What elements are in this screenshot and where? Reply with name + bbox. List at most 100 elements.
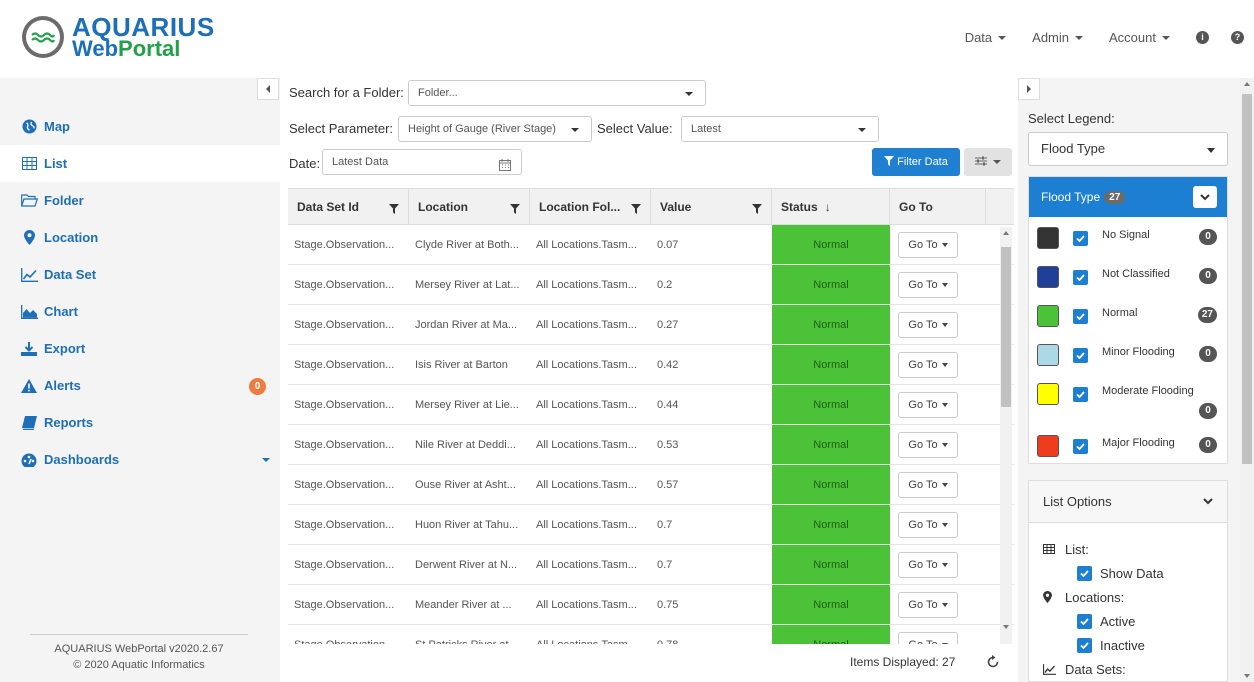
table-row[interactable]: Stage.Observation... Jordan River at Ma..… xyxy=(288,305,1014,345)
table-row[interactable]: Stage.Observation... Ouse River at Asht..… xyxy=(288,465,1014,505)
filter-data-button[interactable]: Filter Data xyxy=(872,148,960,176)
sidebar-item-alerts[interactable]: Alerts 0 xyxy=(0,367,280,404)
go-to-label: Go To xyxy=(908,558,938,571)
filter-icon[interactable] xyxy=(389,203,399,217)
column-header-status[interactable]: Status ↓ xyxy=(772,189,890,225)
cell-location: Clyde River at Both... xyxy=(415,238,519,251)
go-to-button[interactable]: Go To xyxy=(898,391,958,418)
legend-checkbox[interactable] xyxy=(1073,309,1088,324)
list-options-header[interactable]: List Options xyxy=(1029,481,1227,523)
account-menu[interactable]: Account xyxy=(1109,30,1170,45)
go-to-button[interactable]: Go To xyxy=(898,271,958,298)
data-menu[interactable]: Data xyxy=(965,30,1007,45)
legend-item[interactable]: Moderate Flooding 0 xyxy=(1029,373,1227,425)
go-to-label: Go To xyxy=(908,318,938,331)
filter-icon[interactable] xyxy=(752,203,762,217)
scroll-down-icon[interactable] xyxy=(1244,674,1250,678)
active-checkbox-row[interactable]: Active xyxy=(1043,609,1227,633)
go-to-button[interactable]: Go To xyxy=(898,431,958,458)
go-to-button[interactable]: Go To xyxy=(898,311,958,338)
table-row[interactable]: Stage.Observation... Derwent River at N..… xyxy=(288,545,1014,585)
active-checkbox[interactable] xyxy=(1077,613,1092,629)
collapse-right-panel-button[interactable] xyxy=(1018,78,1040,100)
filter-icon[interactable] xyxy=(510,203,520,217)
legend-checkbox[interactable] xyxy=(1073,348,1088,363)
admin-menu[interactable]: Admin xyxy=(1032,30,1084,45)
cell-go-to: Go To xyxy=(890,625,986,644)
table-row[interactable]: Stage.Observation... Nile River at Deddi.… xyxy=(288,425,1014,465)
sidebar-item-list[interactable]: List xyxy=(0,145,280,182)
cell-value: 0.53 xyxy=(657,438,679,451)
app-logo[interactable]: AQUARIUS WebPortal xyxy=(22,14,215,60)
legend-color-swatch[interactable] xyxy=(1037,383,1059,405)
grid-scrollbar[interactable] xyxy=(1000,227,1012,644)
legend-checkbox[interactable] xyxy=(1073,387,1088,402)
table-row[interactable]: Stage.Observation... Mersey River at Lie.… xyxy=(288,385,1014,425)
legend-item[interactable]: No Signal 0 xyxy=(1029,217,1227,256)
cell-location: Derwent River at N... xyxy=(415,558,518,571)
legend-checkbox[interactable] xyxy=(1073,439,1088,454)
legend-color-swatch[interactable] xyxy=(1037,344,1059,366)
show-data-checkbox[interactable] xyxy=(1077,565,1092,581)
help-button[interactable]: ? xyxy=(1231,31,1244,44)
sidebar-item-reports[interactable]: Reports xyxy=(0,404,280,441)
date-input[interactable]: Latest Data xyxy=(322,149,522,175)
legend-item[interactable]: Normal 27 xyxy=(1029,295,1227,334)
scrollbar-thumb[interactable] xyxy=(1242,94,1252,464)
collapse-sidebar-button[interactable] xyxy=(257,78,279,100)
go-to-button[interactable]: Go To xyxy=(898,631,958,644)
sidebar-item-chart[interactable]: Chart xyxy=(0,293,280,330)
inactive-checkbox-row[interactable]: Inactive xyxy=(1043,633,1227,657)
sidebar-item-dashboards[interactable]: Dashboards xyxy=(0,441,280,478)
column-header-value[interactable]: Value xyxy=(651,189,772,225)
info-button[interactable]: i xyxy=(1196,31,1209,44)
legend-color-swatch[interactable] xyxy=(1037,305,1059,327)
sidebar-item-map[interactable]: Map xyxy=(0,108,280,145)
sidebar-item-export[interactable]: Export xyxy=(0,330,280,367)
go-to-button[interactable]: Go To xyxy=(898,351,958,378)
inactive-checkbox[interactable] xyxy=(1077,637,1092,653)
go-to-button[interactable]: Go To xyxy=(898,551,958,578)
right-panel-scrollbar[interactable] xyxy=(1240,78,1254,682)
legend-item[interactable]: Major Flooding 0 xyxy=(1029,425,1227,464)
cell-value: 0.78 xyxy=(651,625,772,645)
legend-checkbox[interactable] xyxy=(1073,231,1088,246)
value-select[interactable]: Latest xyxy=(681,116,879,142)
go-to-button[interactable]: Go To xyxy=(898,591,958,618)
sidebar-item-data-set[interactable]: Data Set xyxy=(0,256,280,293)
legend-item[interactable]: Minor Flooding 0 xyxy=(1029,334,1227,373)
legend-color-swatch[interactable] xyxy=(1037,227,1059,249)
legend-color-swatch[interactable] xyxy=(1037,435,1059,457)
scrollbar-thumb[interactable] xyxy=(1001,247,1011,407)
sidebar-item-location[interactable]: Location xyxy=(0,219,280,256)
table-row[interactable]: Stage.Observation... Meander River at ...… xyxy=(288,585,1014,625)
grid-settings-button[interactable] xyxy=(964,148,1012,176)
scroll-down-icon[interactable] xyxy=(1003,625,1009,629)
go-to-button[interactable]: Go To xyxy=(898,231,958,258)
scroll-up-icon[interactable] xyxy=(1003,231,1009,235)
chevron-left-icon xyxy=(266,85,270,93)
go-to-button[interactable]: Go To xyxy=(898,471,958,498)
column-header-location[interactable]: Location xyxy=(409,189,530,225)
folder-search-select[interactable]: Folder... xyxy=(408,80,706,106)
table-row[interactable]: Stage.Observation... Clyde River at Both.… xyxy=(288,225,1014,265)
show-data-checkbox-row[interactable]: Show Data xyxy=(1043,561,1227,585)
refresh-icon[interactable] xyxy=(986,655,1000,672)
legend-checkbox[interactable] xyxy=(1073,270,1088,285)
legend-color-swatch[interactable] xyxy=(1037,266,1059,288)
parameter-select[interactable]: Height of Gauge (River Stage) xyxy=(398,116,592,142)
sidebar-item-folder[interactable]: Folder xyxy=(0,182,280,219)
table-row[interactable]: Stage.Observation... Huon River at Tahu..… xyxy=(288,505,1014,545)
filter-icon[interactable] xyxy=(631,203,641,217)
scroll-up-icon[interactable] xyxy=(1244,82,1250,86)
go-to-button[interactable]: Go To xyxy=(898,511,958,538)
column-header-location-folder[interactable]: Location Fol... xyxy=(530,189,651,225)
legend-select[interactable]: Flood Type xyxy=(1028,132,1228,166)
table-row[interactable]: Stage.Observation... Isis River at Barton… xyxy=(288,345,1014,385)
column-header-data-set-id[interactable]: Data Set Id xyxy=(288,189,409,225)
cell-status: Normal xyxy=(772,305,890,344)
table-row[interactable]: Stage.Observation...St Patricks River at… xyxy=(288,625,1014,644)
collapse-legend-button[interactable] xyxy=(1193,186,1217,208)
legend-item[interactable]: Not Classified 0 xyxy=(1029,256,1227,295)
table-row[interactable]: Stage.Observation... Mersey River at Lat.… xyxy=(288,265,1014,305)
